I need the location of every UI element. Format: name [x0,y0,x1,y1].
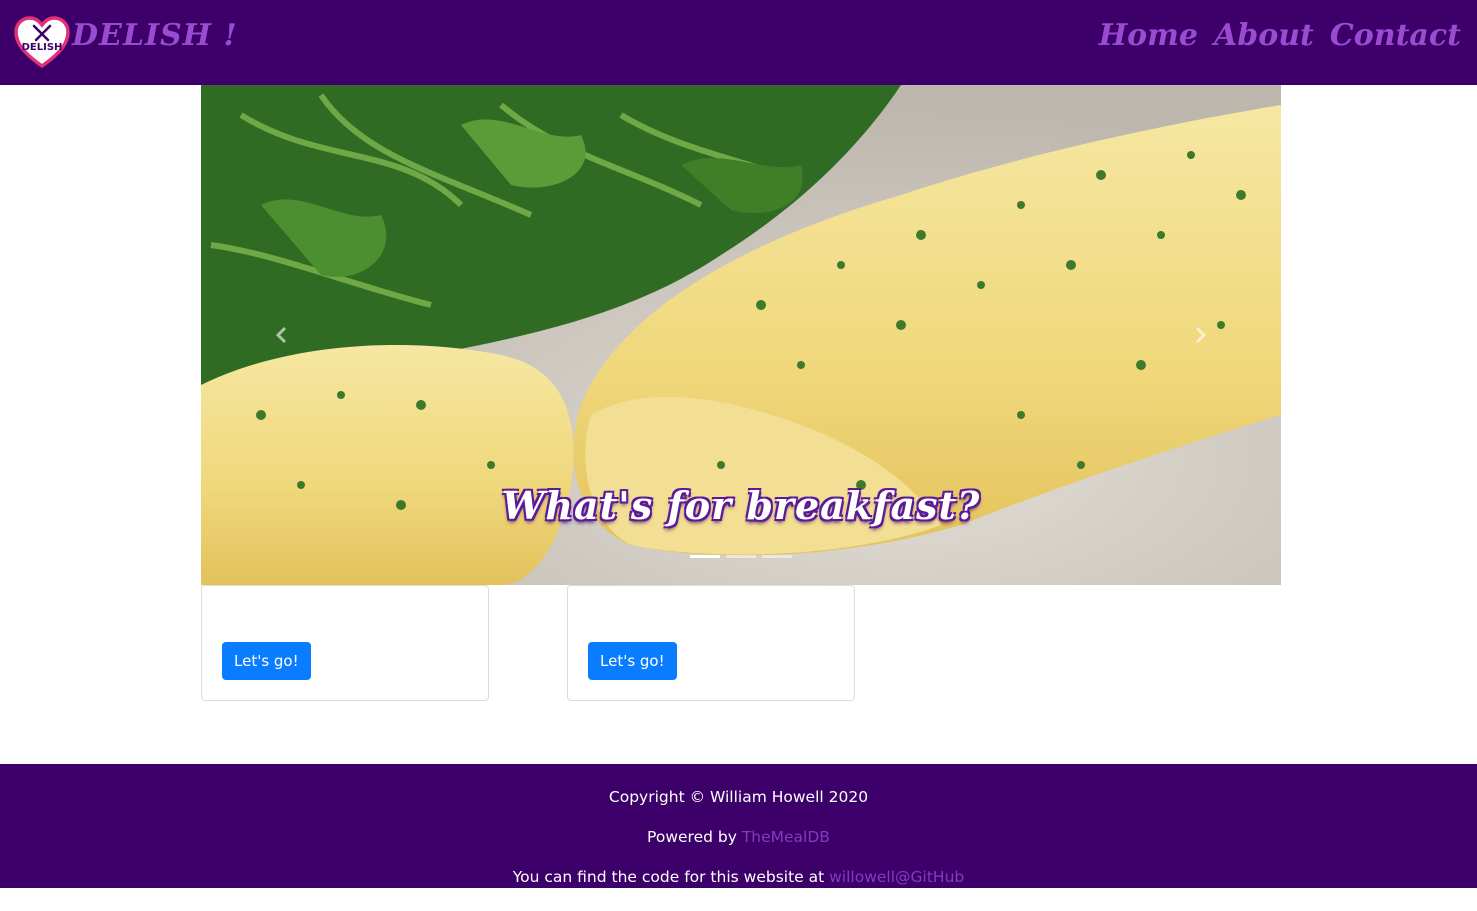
carousel-indicator-1[interactable] [690,555,720,558]
chevron-right-icon [1195,326,1207,344]
github-link[interactable]: willowell@GitHub [829,868,964,886]
copyright-text: Copyright © William Howell 2020 [608,788,869,806]
recipe-card: Let's go! [567,585,855,701]
carousel-indicator-3[interactable] [762,555,792,558]
brand-name[interactable]: DELISH ! [72,18,238,53]
powered-by-label: Powered by [647,828,742,846]
carousel: What's for breakfast? [201,85,1281,585]
themealdb-link[interactable]: TheMealDB [742,828,830,846]
code-source-text: You can find the code for this website a… [0,868,1477,886]
nav-contact-link[interactable]: Contact [1330,18,1461,53]
footer: Copyright © William Howell 2020 Powered … [0,764,1477,888]
nav-home-link[interactable]: Home [1099,18,1198,53]
nav-about-link[interactable]: About [1214,18,1314,53]
recipe-card: Let's go! [201,585,489,701]
delish-logo[interactable]: DELISH [14,16,70,68]
navbar: DELISH DELISH ! Home About Contact [0,0,1477,85]
chevron-left-icon [275,326,287,344]
lets-go-button[interactable]: Let's go! [588,642,677,680]
powered-by-text: Powered by TheMealDB [0,828,1477,846]
carousel-prev-button[interactable] [265,318,299,352]
carousel-indicator-2[interactable] [726,555,756,558]
carousel-next-button[interactable] [1183,318,1217,352]
logo-text: DELISH [22,42,63,53]
carousel-indicators [201,555,1281,558]
carousel-caption: What's for breakfast? [501,483,981,528]
code-source-label: You can find the code for this website a… [512,868,830,886]
nav-links: Home About Contact [1099,18,1461,53]
lets-go-button[interactable]: Let's go! [222,642,311,680]
